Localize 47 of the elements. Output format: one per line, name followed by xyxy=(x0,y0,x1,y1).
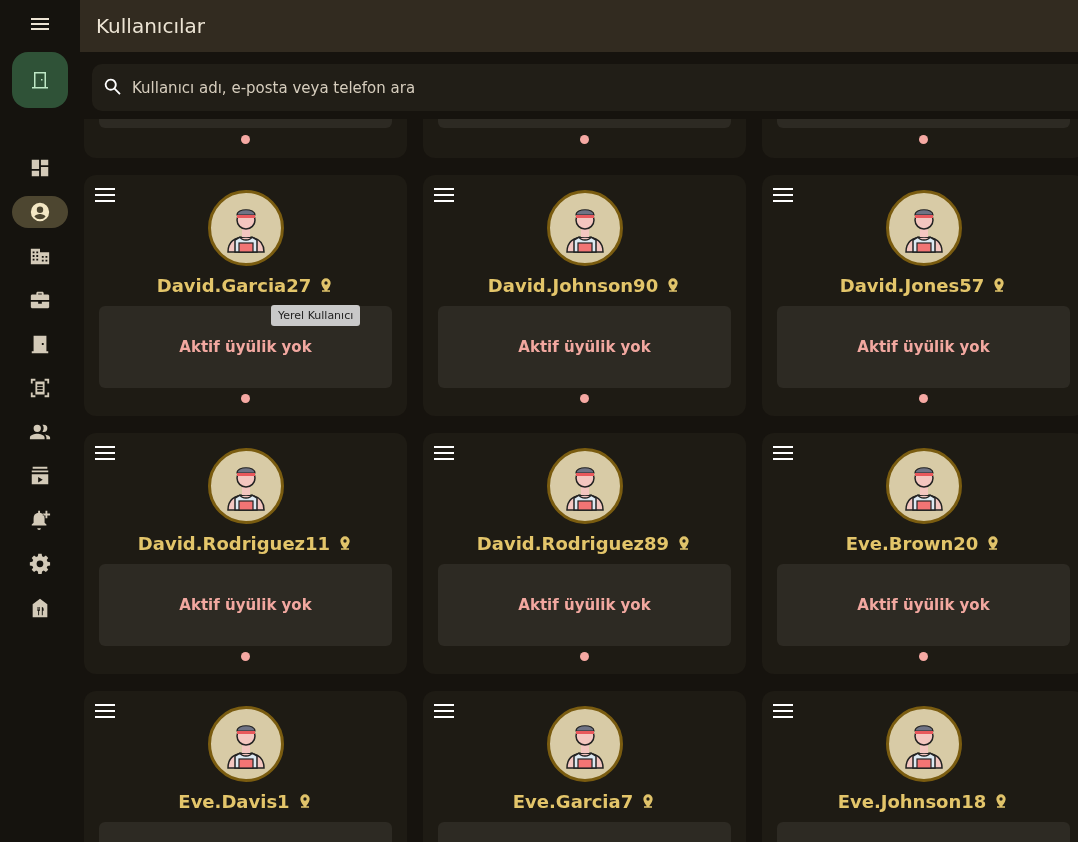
username: David.Jones57 xyxy=(839,274,985,296)
membership-status: Aktif üyülik yok xyxy=(857,596,990,614)
video-icon xyxy=(29,465,51,487)
menu-icon[interactable] xyxy=(95,704,117,718)
membership-status: Aktif üyülik yok xyxy=(179,596,312,614)
person-icon xyxy=(29,201,51,223)
menu-icon[interactable] xyxy=(773,704,795,718)
username: Eve.Johnson18 xyxy=(837,790,987,812)
page-dot[interactable] xyxy=(241,652,250,661)
page-dot[interactable] xyxy=(580,652,589,661)
menu-icon[interactable] xyxy=(773,188,795,202)
menu-icon[interactable] xyxy=(95,446,117,460)
username: Eve.Davis1 xyxy=(178,790,290,812)
search-field[interactable]: Kullanıcı adı, e-posta veya telefon ara xyxy=(92,64,1078,111)
page-dot[interactable] xyxy=(241,135,250,144)
door-icon xyxy=(29,333,51,355)
page-dot[interactable] xyxy=(919,652,928,661)
membership-status: Aktif üyülik yok xyxy=(179,338,312,356)
dashboard-icon xyxy=(29,157,51,179)
menu-icon[interactable] xyxy=(434,704,456,718)
username: David.Johnson90 xyxy=(487,274,659,296)
membership-status: Aktif üyülik yok xyxy=(518,338,651,356)
membership-status: Aktif üyülik yok xyxy=(518,596,651,614)
list-icon xyxy=(29,377,51,399)
briefcase-icon xyxy=(29,289,51,311)
page-dot[interactable] xyxy=(919,394,928,403)
search-icon xyxy=(102,76,124,98)
menu-icon[interactable] xyxy=(434,188,456,202)
page-dot[interactable] xyxy=(241,394,250,403)
page-title: Kullanıcılar xyxy=(96,14,205,38)
username: David.Rodriguez89 xyxy=(476,532,670,554)
menu-icon[interactable] xyxy=(773,446,795,460)
door-button[interactable] xyxy=(12,52,68,108)
menu-icon[interactable] xyxy=(434,446,456,460)
username: Eve.Brown20 xyxy=(845,532,979,554)
tooltip: Yerel Kullanıcı xyxy=(271,305,361,326)
username: David.Rodriguez11 xyxy=(137,532,331,554)
account-nav-item[interactable] xyxy=(12,196,68,228)
bell-icon xyxy=(29,509,51,531)
menu-icon[interactable] xyxy=(95,188,117,202)
username: Eve.Garcia7 xyxy=(512,790,634,812)
settings-icon xyxy=(29,553,51,575)
page-dot[interactable] xyxy=(580,394,589,403)
membership-status: Aktif üyülik yok xyxy=(857,338,990,356)
username: David.Garcia27 xyxy=(156,274,312,296)
page-dot[interactable] xyxy=(580,135,589,144)
page-dot[interactable] xyxy=(919,135,928,144)
